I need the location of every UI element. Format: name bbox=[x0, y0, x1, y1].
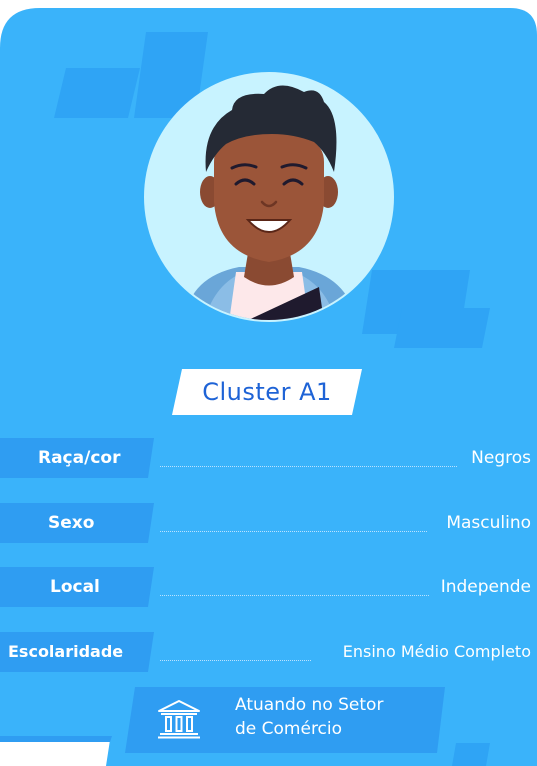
attribute-label: Local bbox=[50, 577, 100, 597]
sector-box: Atuando no Setor de Comércio bbox=[125, 687, 445, 753]
dotted-leader bbox=[160, 660, 311, 661]
cluster-card: Cluster A1 Raça/cor Negros Sexo Masculin… bbox=[0, 0, 537, 766]
sector-line-2: de Comércio bbox=[235, 719, 343, 739]
attribute-value: Ensino Médio Completo bbox=[340, 642, 531, 661]
dotted-leader bbox=[160, 595, 429, 596]
bank-building-icon bbox=[158, 700, 200, 739]
attribute-label: Escolaridade bbox=[8, 642, 124, 661]
dotted-leader bbox=[160, 466, 457, 467]
cluster-title: Cluster A1 bbox=[202, 378, 332, 406]
sector-line-1: Atuando no Setor bbox=[235, 695, 384, 715]
attribute-row-escolaridade: Escolaridade Ensino Médio Completo bbox=[0, 632, 537, 672]
avatar bbox=[144, 72, 394, 322]
attribute-label: Raça/cor bbox=[38, 448, 121, 468]
attribute-row-raca: Raça/cor Negros bbox=[0, 438, 537, 478]
attribute-label: Sexo bbox=[48, 513, 95, 533]
attribute-row-sexo: Sexo Masculino bbox=[0, 503, 537, 543]
attribute-row-local: Local Independe bbox=[0, 567, 537, 607]
attribute-value: Independe bbox=[438, 577, 531, 597]
bottom-tab-decoration bbox=[0, 736, 112, 766]
dotted-leader bbox=[160, 531, 427, 532]
cluster-title-box: Cluster A1 bbox=[172, 369, 362, 415]
sector-text: Atuando no Setor de Comércio bbox=[235, 693, 445, 741]
attribute-value: Negros bbox=[469, 448, 531, 468]
attribute-value: Masculino bbox=[444, 513, 531, 533]
